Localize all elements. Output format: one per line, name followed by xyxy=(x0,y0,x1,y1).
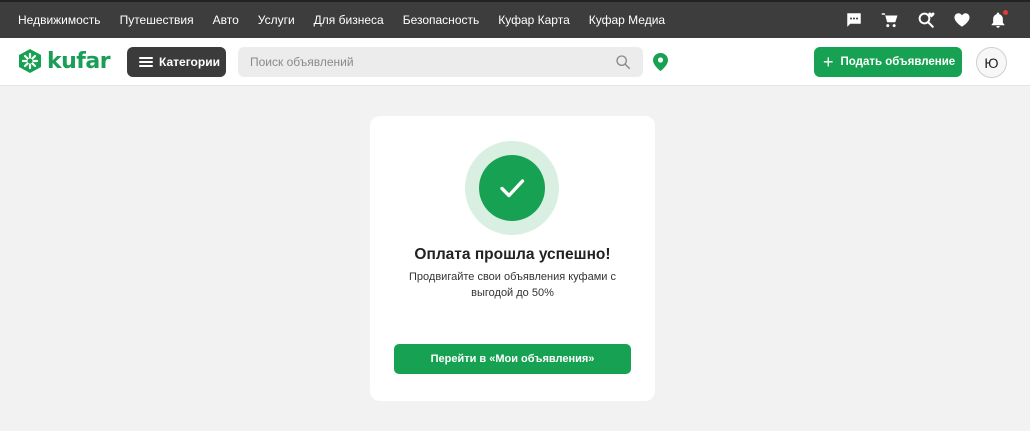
saved-search-icon[interactable] xyxy=(916,10,936,30)
notifications-bell-icon[interactable] xyxy=(988,10,1008,30)
success-circle xyxy=(479,155,545,221)
topnav-link-security[interactable]: Безопасность xyxy=(403,13,480,27)
topnav-link-business[interactable]: Для бизнеса xyxy=(314,13,384,27)
post-ad-button[interactable]: + Подать объявление xyxy=(814,47,962,77)
search-icon[interactable] xyxy=(615,54,631,70)
topnav-link-travel[interactable]: Путешествия xyxy=(120,13,194,27)
search-input[interactable] xyxy=(238,47,598,77)
categories-label: Категории xyxy=(159,55,220,69)
messages-icon[interactable] xyxy=(844,10,864,30)
kufar-logo[interactable]: kufar xyxy=(17,48,111,74)
topnav-link-kufar-map[interactable]: Куфар Карта xyxy=(498,13,570,27)
menu-burger-icon xyxy=(139,57,153,67)
top-nav: Недвижимость Путешествия Авто Услуги Для… xyxy=(0,13,684,27)
logo-wordmark: kufar xyxy=(47,48,111,74)
top-bar: Недвижимость Путешествия Авто Услуги Для… xyxy=(0,0,1030,38)
topnav-link-kufar-media[interactable]: Куфар Медиа xyxy=(589,13,665,27)
avatar[interactable]: Ю xyxy=(976,47,1007,78)
location-pin-icon[interactable] xyxy=(653,53,668,71)
favorites-heart-icon[interactable] xyxy=(952,10,972,30)
success-title: Оплата прошла успешно! xyxy=(414,246,611,263)
main-header: kufar Категории + Подать объявление Ю xyxy=(0,38,1030,86)
categories-button[interactable]: Категории xyxy=(127,47,226,77)
notification-dot xyxy=(1003,10,1008,15)
success-subtitle: Продвигайте свои объявления куфами с выг… xyxy=(409,271,616,299)
success-badge xyxy=(465,141,559,235)
post-ad-label: Подать объявление xyxy=(840,56,956,68)
top-icons xyxy=(828,2,1008,38)
topnav-link-realty[interactable]: Недвижимость xyxy=(18,13,101,27)
kufar-logo-icon xyxy=(19,49,41,73)
search-box xyxy=(238,47,643,77)
topnav-link-services[interactable]: Услуги xyxy=(258,13,295,27)
go-to-my-ads-button[interactable]: Перейти в «Мои объявления» xyxy=(394,344,631,374)
cart-icon[interactable] xyxy=(880,10,900,30)
checkmark-icon xyxy=(500,179,525,198)
payment-success-card: Оплата прошла успешно! Продвигайте свои … xyxy=(370,116,655,401)
topnav-link-auto[interactable]: Авто xyxy=(213,13,239,27)
plus-icon: + xyxy=(823,52,834,72)
